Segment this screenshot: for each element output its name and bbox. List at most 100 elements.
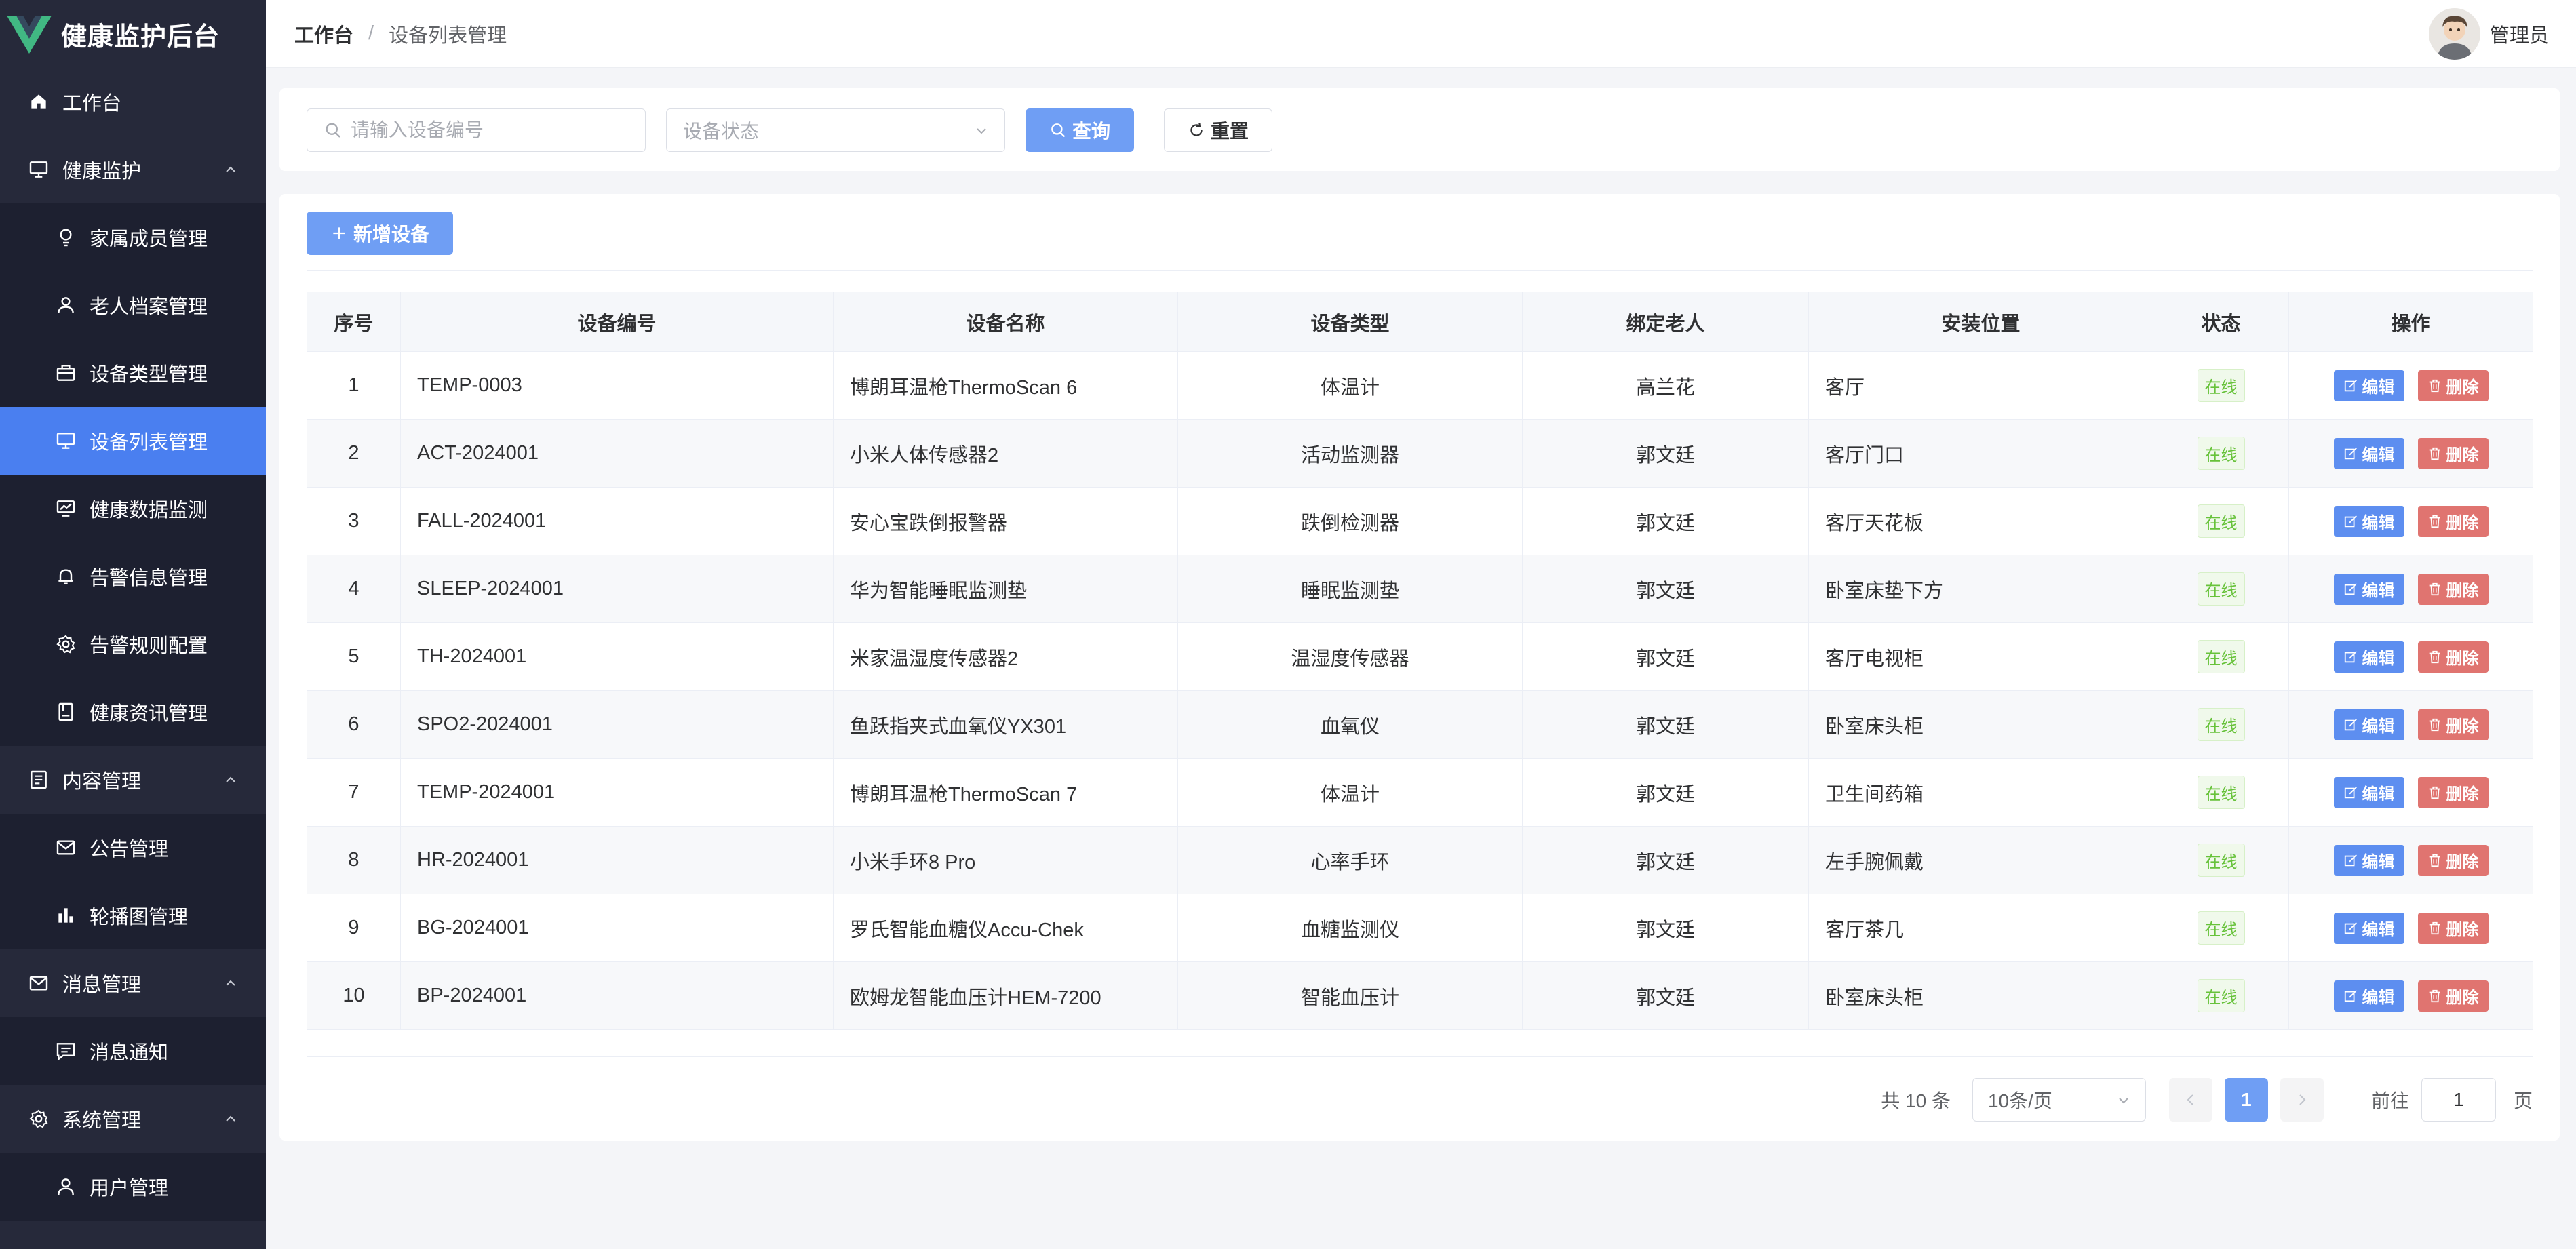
edit-button[interactable]: 编辑 (2333, 437, 2404, 469)
sidebar-item-11[interactable]: 内容管理 (0, 746, 266, 814)
trash-icon (2429, 379, 2440, 392)
sidebar-item-6[interactable]: 设备列表管理 (0, 407, 266, 475)
add-device-button[interactable]: 新增设备 (307, 212, 453, 255)
sidebar-item-9[interactable]: 告警规则配置 (0, 610, 266, 678)
user-menu[interactable]: 管理员 (2428, 7, 2549, 61)
sidebar-item-10[interactable]: 健康资讯管理 (0, 678, 266, 746)
status-badge: 在线 (2197, 844, 2245, 877)
sidebar-item-12[interactable]: 公告管理 (0, 814, 266, 881)
edit-button[interactable]: 编辑 (2333, 709, 2404, 740)
edit-button[interactable]: 编辑 (2333, 844, 2404, 876)
page-number-button[interactable]: 1 (2224, 1078, 2268, 1122)
status-badge: 在线 (2197, 979, 2245, 1012)
chevron-down-icon (977, 128, 986, 134)
next-page-button[interactable] (2280, 1078, 2324, 1122)
suitcase-icon (54, 361, 77, 384)
page-size-select[interactable]: 10条/页 (1972, 1078, 2146, 1122)
edit-button[interactable]: 编辑 (2333, 980, 2404, 1012)
prev-page-button[interactable] (2168, 1078, 2212, 1122)
sidebar-item-13[interactable]: 轮播图管理 (0, 881, 266, 949)
cell-device-type: 血氧仪 (1177, 690, 1523, 759)
user-icon (54, 1175, 77, 1198)
delete-button[interactable]: 删除 (2417, 980, 2489, 1012)
edit-icon (2344, 786, 2357, 798)
page-suffix-label: 页 (2513, 1090, 2533, 1111)
edit-button[interactable]: 编辑 (2333, 912, 2404, 944)
trash-icon (2429, 989, 2440, 1002)
cell-actions: 编辑 删除 (2288, 622, 2533, 691)
sidebar-item-2[interactable]: 健康监护 (0, 136, 266, 203)
sidebar-item-label: 设备列表管理 (90, 432, 208, 454)
sidebar: 健康监护后台 工作台 健康监护 家属成员管理 老人档案管理 设备类型管理 设备列表管理 健康… (0, 0, 266, 1249)
cell-device-name: 博朗耳温枪ThermoScan 6 (833, 351, 1178, 420)
delete-button[interactable]: 删除 (2417, 437, 2489, 469)
delete-button[interactable]: 删除 (2417, 776, 2489, 808)
sidebar-item-5[interactable]: 设备类型管理 (0, 339, 266, 407)
trash-icon (2429, 515, 2440, 528)
delete-button-label: 删除 (2446, 582, 2479, 600)
sidebar-item-label: 工作台 (62, 93, 122, 115)
sidebar-item-15[interactable]: 消息通知 (0, 1017, 266, 1085)
cell-device-code: SLEEP-2024001 (400, 555, 834, 623)
header-location: 安装位置 (1808, 292, 2153, 352)
delete-button[interactable]: 删除 (2417, 912, 2489, 944)
sidebar-item-4[interactable]: 老人档案管理 (0, 271, 266, 339)
device-code-input[interactable] (351, 119, 636, 141)
device-table: 序号 设备编号 设备名称 设备类型 绑定老人 安装位置 状态 操作 1 TEMP-… (307, 292, 2533, 1030)
cell-status: 在线 (2153, 487, 2289, 555)
header-device-name: 设备名称 (833, 292, 1178, 352)
breadcrumb-current: 设备列表管理 (389, 24, 507, 47)
top-header: 工作台 / 设备列表管理 管理员 (266, 0, 2576, 68)
delete-button[interactable]: 删除 (2417, 370, 2489, 401)
status-badge: 在线 (2197, 776, 2245, 809)
edit-button[interactable]: 编辑 (2333, 370, 2404, 401)
device-code-search-field[interactable] (307, 108, 646, 152)
delete-button[interactable]: 删除 (2417, 573, 2489, 605)
device-status-select[interactable]: 设备状态 (666, 108, 1005, 152)
sidebar-item-17[interactable]: 用户管理 (0, 1153, 266, 1221)
table-row: 1 TEMP-0003 博朗耳温枪ThermoScan 6 体温计 高兰花 客厅 在线 编辑 删… (307, 351, 2533, 420)
cell-bound-elder: 郭文廷 (1522, 555, 1809, 623)
goto-page-input[interactable]: 1 (2421, 1078, 2496, 1122)
device-table-panel: 新增设备 序号 设备编号 设备名称 设备类型 绑定老人 安装位置 状态 操作 1… (279, 194, 2560, 1141)
delete-button[interactable]: 删除 (2417, 709, 2489, 740)
cell-bound-elder: 郭文廷 (1522, 487, 1809, 555)
cell-index: 7 (307, 758, 401, 827)
edit-button[interactable]: 编辑 (2333, 505, 2404, 537)
user-name[interactable]: 管理员 (2490, 20, 2549, 48)
delete-button[interactable]: 删除 (2417, 641, 2489, 673)
edit-icon (2344, 989, 2357, 1002)
sidebar-item-7[interactable]: 健康数据监测 (0, 475, 266, 542)
breadcrumb-home[interactable]: 工作台 (294, 20, 353, 48)
monitor-icon (54, 429, 77, 452)
sidebar-item-1[interactable]: 工作台 (0, 68, 266, 136)
cell-bound-elder: 郭文廷 (1522, 894, 1809, 962)
trash-icon (2429, 447, 2440, 460)
reset-button[interactable]: 重置 (1164, 108, 1272, 152)
cell-location: 卫生间药箱 (1808, 758, 2153, 827)
cell-device-type: 睡眠监测垫 (1177, 555, 1523, 623)
status-badge: 在线 (2197, 640, 2245, 673)
edit-button[interactable]: 编辑 (2333, 641, 2404, 673)
sidebar-item-3[interactable]: 家属成员管理 (0, 203, 266, 271)
avatar[interactable] (2428, 8, 2480, 60)
gear-icon (54, 633, 77, 656)
delete-button[interactable]: 删除 (2417, 505, 2489, 537)
edit-button[interactable]: 编辑 (2333, 573, 2404, 605)
delete-button[interactable]: 删除 (2417, 844, 2489, 876)
query-button[interactable]: 查询 (1026, 108, 1134, 152)
sidebar-item-label: 公告管理 (90, 839, 169, 860)
edit-button[interactable]: 编辑 (2333, 776, 2404, 808)
sidebar-item-8[interactable]: 告警信息管理 (0, 542, 266, 610)
sidebar-item-label: 健康数据监测 (90, 500, 208, 521)
delete-button-label: 删除 (2446, 378, 2479, 397)
edit-icon (2344, 854, 2357, 866)
sidebar-item-16[interactable]: 系统管理 (0, 1085, 266, 1153)
gear-icon (27, 1107, 50, 1130)
cell-location: 客厅电视柜 (1808, 622, 2153, 691)
cell-device-type: 体温计 (1177, 758, 1523, 827)
chevron-up-icon (226, 980, 235, 986)
cell-bound-elder: 郭文廷 (1522, 419, 1809, 488)
cell-actions: 编辑 删除 (2288, 961, 2533, 1030)
sidebar-item-14[interactable]: 消息管理 (0, 949, 266, 1017)
